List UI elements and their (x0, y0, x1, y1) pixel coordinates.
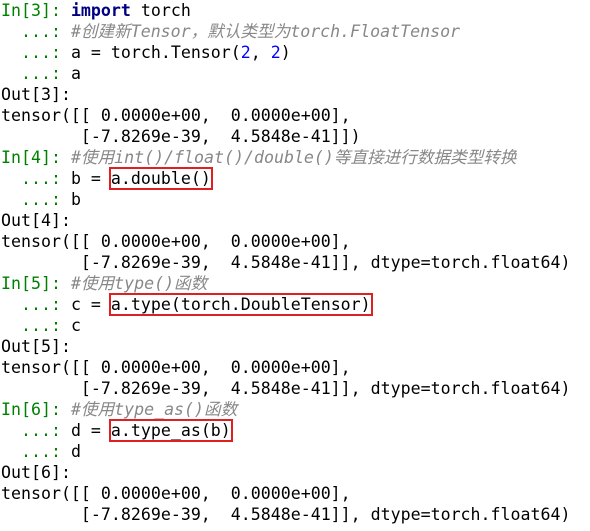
console-line: Out[4]: (1, 210, 590, 231)
console-line: ...: d (1, 441, 590, 462)
console-line: [-7.8269e-39, 4.5848e-41]], dtype=torch.… (1, 504, 590, 525)
code-comment: #创建新Tensor，默认类型为torch.FloatTensor (70, 22, 461, 41)
console-line: Out[6]: (1, 462, 590, 483)
console-line: ...: b = a.double() (1, 167, 590, 190)
code-text: ) (280, 43, 291, 62)
console-line: [-7.8269e-39, 4.5848e-41]], dtype=torch.… (1, 378, 590, 399)
code-text: b = (70, 169, 111, 188)
console-line: tensor([[ 0.0000e+00, 0.0000e+00], (1, 483, 590, 504)
output-prompt: Out[6]: (1, 463, 71, 482)
code-comment: #使用int()/float()/double()等直接进行数据类型转换 (70, 148, 517, 167)
console-line: [-7.8269e-39, 4.5848e-41]]) (1, 126, 590, 147)
code-text: d (70, 442, 81, 461)
code-text: [-7.8269e-39, 4.5848e-41]], dtype=torch.… (1, 379, 571, 398)
console-line: In[6]: #使用type_as()函数 (1, 399, 590, 420)
console-line: ...: b (1, 189, 590, 210)
code-text: tensor([[ 0.0000e+00, 0.0000e+00], (1, 232, 351, 251)
highlighted-code: a.type(torch.DoubleTensor) (108, 293, 373, 316)
output-prompt: Out[3]: (1, 85, 71, 104)
code-text: a (70, 64, 81, 83)
code-text: , (250, 43, 271, 62)
highlighted-code: a.type_as(b) (108, 419, 233, 442)
console-line: ...: c (1, 315, 590, 336)
continuation-prompt: ...: (1, 169, 71, 188)
console-line: In[4]: #使用int()/float()/double()等直接进行数据类… (1, 147, 590, 168)
code-text: tensor([[ 0.0000e+00, 0.0000e+00], (1, 106, 351, 125)
console-line: ...: a = torch.Tensor(2, 2) (1, 42, 590, 63)
console-line: In[5]: #使用type()函数 (1, 273, 590, 294)
keyword: import (70, 1, 131, 20)
code-text: [-7.8269e-39, 4.5848e-41]], dtype=torch.… (1, 253, 571, 272)
code-text: c (70, 316, 81, 335)
input-prompt: In[3]: (1, 1, 71, 20)
ipython-console[interactable]: In[3]: import torch ...: #创建新Tensor，默认类型… (0, 0, 590, 525)
console-line: ...: #创建新Tensor，默认类型为torch.FloatTensor (1, 21, 590, 42)
console-line: ...: a (1, 63, 590, 84)
code-text: b (70, 190, 81, 209)
console-line: ...: c = a.type(torch.DoubleTensor) (1, 293, 590, 316)
code-text: tensor([[ 0.0000e+00, 0.0000e+00], (1, 484, 351, 503)
number-literal: 2 (270, 43, 281, 62)
continuation-prompt: ...: (1, 22, 71, 41)
code-text: d = (70, 421, 111, 440)
output-prompt: Out[5]: (1, 337, 71, 356)
continuation-prompt: ...: (1, 421, 71, 440)
code-text: [-7.8269e-39, 4.5848e-41]]) (1, 127, 361, 146)
input-prompt: In[4]: (1, 148, 71, 167)
continuation-prompt: ...: (1, 295, 71, 314)
code-text: c = (70, 295, 111, 314)
console-line: Out[3]: (1, 84, 590, 105)
console-line: tensor([[ 0.0000e+00, 0.0000e+00], (1, 357, 590, 378)
console-line: In[3]: import torch (1, 0, 590, 21)
code-text: torch (130, 1, 191, 20)
input-prompt: In[6]: (1, 400, 71, 419)
continuation-prompt: ...: (1, 190, 71, 209)
code-comment: #使用type()函数 (70, 274, 208, 293)
console-line: ...: d = a.type_as(b) (1, 419, 590, 442)
console-line: Out[5]: (1, 336, 590, 357)
code-comment: #使用type_as()函数 (70, 400, 238, 419)
code-text: tensor([[ 0.0000e+00, 0.0000e+00], (1, 358, 351, 377)
console-line: tensor([[ 0.0000e+00, 0.0000e+00], (1, 105, 590, 126)
output-prompt: Out[4]: (1, 211, 71, 230)
console-line: [-7.8269e-39, 4.5848e-41]], dtype=torch.… (1, 252, 590, 273)
continuation-prompt: ...: (1, 64, 71, 83)
input-prompt: In[5]: (1, 274, 71, 293)
code-text: [-7.8269e-39, 4.5848e-41]], dtype=torch.… (1, 505, 571, 524)
number-literal: 2 (240, 43, 251, 62)
console-line: tensor([[ 0.0000e+00, 0.0000e+00], (1, 231, 590, 252)
continuation-prompt: ...: (1, 442, 71, 461)
code-text: a = torch.Tensor( (70, 43, 241, 62)
highlighted-code: a.double() (108, 167, 213, 190)
continuation-prompt: ...: (1, 43, 71, 62)
continuation-prompt: ...: (1, 316, 71, 335)
